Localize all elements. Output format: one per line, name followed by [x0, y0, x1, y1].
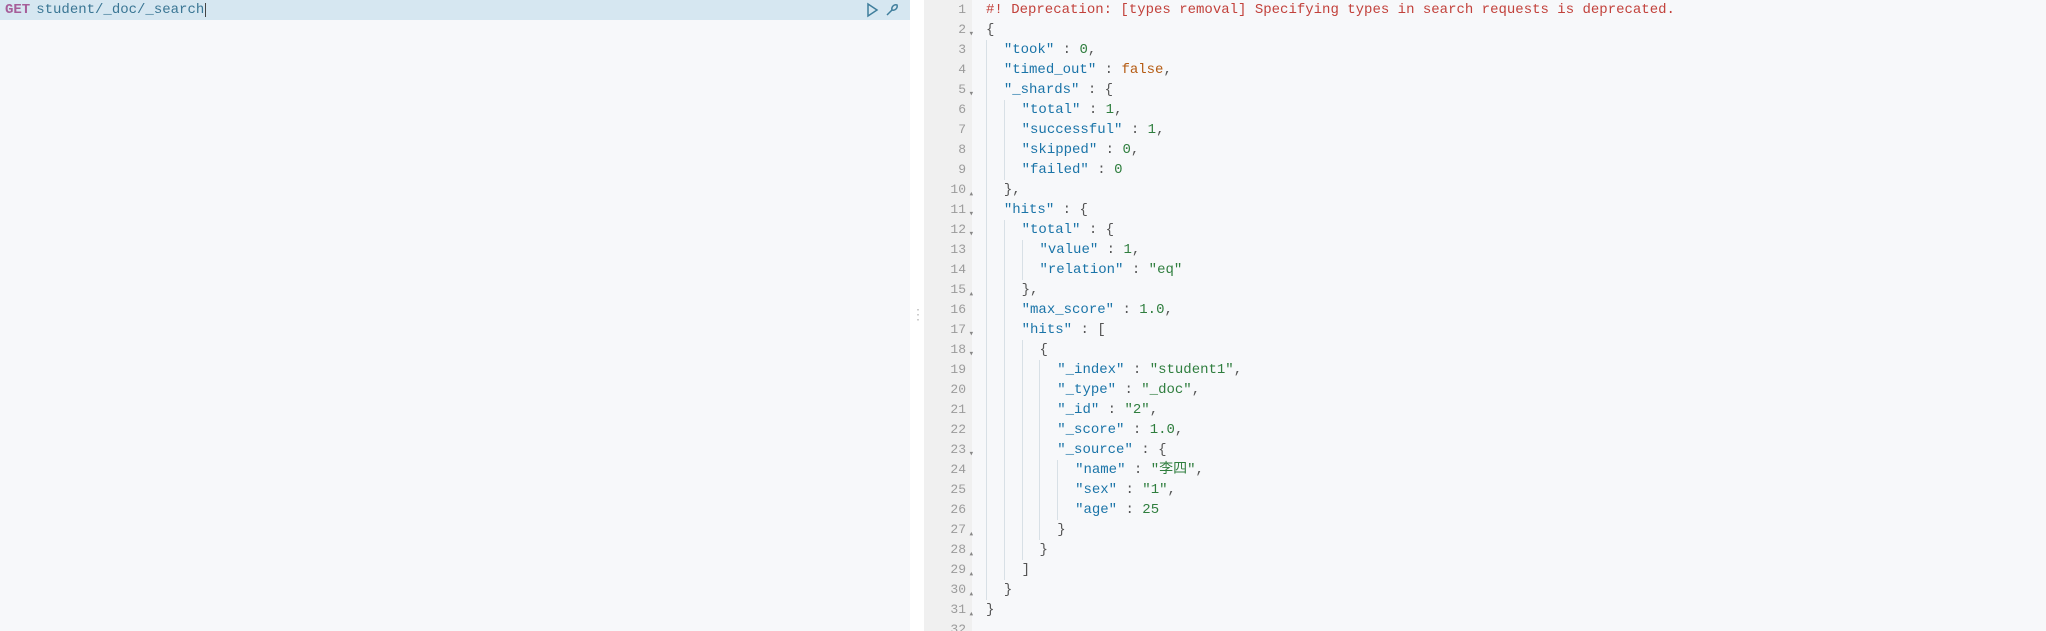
- code-line: "value" : 1,: [986, 240, 2046, 260]
- gutter-line: 16: [924, 300, 972, 320]
- code-line: "hits" : {: [986, 200, 2046, 220]
- gutter-line: 13: [924, 240, 972, 260]
- code-line: "sex" : "1",: [986, 480, 2046, 500]
- code-line: },: [986, 180, 2046, 200]
- gutter-line: 6: [924, 100, 972, 120]
- code-line: "hits" : [: [986, 320, 2046, 340]
- code-line: "_shards" : {: [986, 80, 2046, 100]
- gutter-line: 22: [924, 420, 972, 440]
- gutter-line[interactable]: 15: [924, 280, 972, 300]
- text-cursor: [205, 3, 206, 17]
- wrench-button[interactable]: [884, 2, 900, 18]
- code-line: "_source" : {: [986, 440, 2046, 460]
- play-button[interactable]: [864, 2, 880, 18]
- code-line: }: [986, 580, 2046, 600]
- gutter-line: 21: [924, 400, 972, 420]
- gutter-line: 32: [924, 620, 972, 631]
- http-method: GET: [5, 0, 30, 20]
- code-line: "took" : 0,: [986, 40, 2046, 60]
- gutter-line: 8: [924, 140, 972, 160]
- response-code-body[interactable]: #! Deprecation: [types removal] Specifyi…: [972, 0, 2046, 631]
- code-line: {: [986, 340, 2046, 360]
- code-line: [986, 620, 2046, 631]
- code-line: "_score" : 1.0,: [986, 420, 2046, 440]
- gutter-line: 19: [924, 360, 972, 380]
- gutter-line[interactable]: 12: [924, 220, 972, 240]
- gutter-line[interactable]: 31: [924, 600, 972, 620]
- gutter-line: 25: [924, 480, 972, 500]
- gutter-line: 3: [924, 40, 972, 60]
- code-line: "timed_out" : false,: [986, 60, 2046, 80]
- code-line: },: [986, 280, 2046, 300]
- gutter-line[interactable]: 5: [924, 80, 972, 100]
- gutter-line[interactable]: 29: [924, 560, 972, 580]
- code-line: "failed" : 0: [986, 160, 2046, 180]
- code-line: }: [986, 520, 2046, 540]
- gutter-line: 4: [924, 60, 972, 80]
- code-line: "name" : "李四",: [986, 460, 2046, 480]
- code-line: "skipped" : 0,: [986, 140, 2046, 160]
- gutter-line[interactable]: 30: [924, 580, 972, 600]
- code-line: ]: [986, 560, 2046, 580]
- gutter-line: 9: [924, 160, 972, 180]
- gutter-line[interactable]: 11: [924, 200, 972, 220]
- code-line: "_id" : "2",: [986, 400, 2046, 420]
- code-line: "_type" : "_doc",: [986, 380, 2046, 400]
- code-line: "age" : 25: [986, 500, 2046, 520]
- gutter-line: 14: [924, 260, 972, 280]
- gutter-line: 7: [924, 120, 972, 140]
- gutter-line: 24: [924, 460, 972, 480]
- dev-console: GET student/_doc/_search ⋮ 1234567891011…: [0, 0, 2046, 631]
- gutter-line[interactable]: 23: [924, 440, 972, 460]
- gutter-line: 1: [924, 0, 972, 20]
- request-path: student/_doc/_search: [30, 0, 204, 20]
- wrench-icon: [884, 2, 900, 18]
- code-line: {: [986, 20, 2046, 40]
- response-line-gutter: 1234567891011121314151617181920212223242…: [924, 0, 972, 631]
- gutter-line[interactable]: 2: [924, 20, 972, 40]
- code-line: "max_score" : 1.0,: [986, 300, 2046, 320]
- code-line: #! Deprecation: [types removal] Specifyi…: [986, 0, 2046, 20]
- pane-splitter[interactable]: ⋮: [910, 0, 924, 631]
- gutter-line: 26: [924, 500, 972, 520]
- gutter-line[interactable]: 17: [924, 320, 972, 340]
- code-line: "total" : {: [986, 220, 2046, 240]
- code-line: }: [986, 600, 2046, 620]
- request-action-buttons: [864, 0, 900, 20]
- gutter-line: 20: [924, 380, 972, 400]
- request-editor-panel[interactable]: GET student/_doc/_search: [0, 0, 910, 631]
- play-icon: [864, 2, 880, 18]
- code-line: "relation" : "eq": [986, 260, 2046, 280]
- gutter-line[interactable]: 28: [924, 540, 972, 560]
- code-line: "_index" : "student1",: [986, 360, 2046, 380]
- gutter-line[interactable]: 10: [924, 180, 972, 200]
- editor-empty-area[interactable]: [0, 20, 910, 631]
- code-line: "total" : 1,: [986, 100, 2046, 120]
- gutter-line[interactable]: 27: [924, 520, 972, 540]
- code-line: "successful" : 1,: [986, 120, 2046, 140]
- gutter-line[interactable]: 18: [924, 340, 972, 360]
- response-viewer-panel: 1234567891011121314151617181920212223242…: [924, 0, 2046, 631]
- request-line[interactable]: GET student/_doc/_search: [0, 0, 910, 20]
- code-line: }: [986, 540, 2046, 560]
